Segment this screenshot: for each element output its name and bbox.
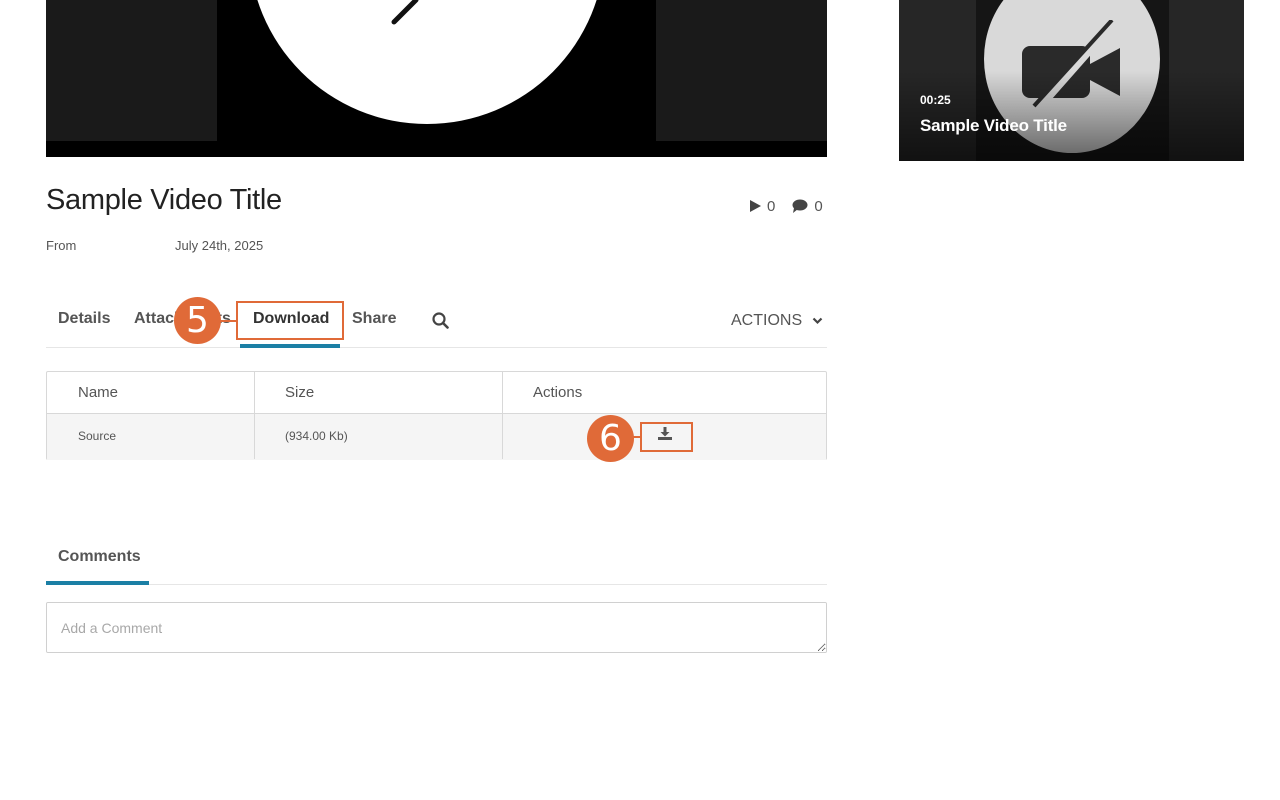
video-duration: 00:25 <box>920 93 951 107</box>
chevron-down-icon <box>812 317 823 325</box>
callout-highlight-download-tab <box>236 301 344 340</box>
plays-value: 0 <box>767 197 776 215</box>
owner-label: From <box>46 238 77 253</box>
actions-label: ACTIONS <box>731 312 803 329</box>
comments-divider <box>46 584 827 585</box>
player-frame-left <box>46 0 217 141</box>
flavor-size: (934.00 Kb) <box>285 429 348 443</box>
media-page: 00:25 Sample Video Title Sample Video Ti… <box>0 0 1280 800</box>
active-tab-indicator <box>240 344 340 348</box>
tabs-divider <box>46 347 827 348</box>
column-divider <box>254 372 255 459</box>
video-off-slash-icon <box>391 0 419 25</box>
comments-tab-indicator <box>46 581 149 585</box>
tab-share[interactable]: Share <box>352 310 396 328</box>
tab-search[interactable] <box>432 312 449 334</box>
player-frame-right <box>656 0 827 141</box>
column-header-size: Size <box>285 384 315 401</box>
related-video-title[interactable]: Sample Video Title <box>920 116 1067 136</box>
table-header-row <box>47 372 826 414</box>
column-header-actions: Actions <box>533 384 583 401</box>
column-header-name: Name <box>78 384 119 401</box>
comments-value: 0 <box>814 197 823 215</box>
table-row <box>47 414 826 460</box>
actions-dropdown[interactable]: ACTIONS <box>731 312 823 330</box>
play-icon <box>750 200 761 212</box>
flavor-name: Source <box>78 429 117 443</box>
tab-comments[interactable]: Comments <box>58 548 141 566</box>
video-player[interactable] <box>46 0 827 157</box>
step-badge: 6 <box>587 415 634 462</box>
callout-connector <box>219 320 237 322</box>
page-title: Sample Video Title <box>46 184 282 216</box>
column-divider <box>502 372 503 459</box>
callout-highlight-download-button <box>640 422 693 452</box>
step-badge: 5 <box>174 297 221 344</box>
download-table: Name Size Actions Source (934.00 Kb) <box>46 371 827 460</box>
comment-input[interactable] <box>46 602 827 653</box>
search-icon <box>432 312 449 329</box>
publish-date: July 24th, 2025 <box>175 238 264 253</box>
comment-icon <box>792 199 808 213</box>
comments-count: 0 <box>792 197 823 215</box>
plays-count: 0 <box>750 198 775 215</box>
tab-details[interactable]: Details <box>58 310 110 328</box>
related-video-thumbnail[interactable]: 00:25 Sample Video Title <box>899 0 1244 161</box>
media-stats: 0 0 <box>750 197 823 215</box>
